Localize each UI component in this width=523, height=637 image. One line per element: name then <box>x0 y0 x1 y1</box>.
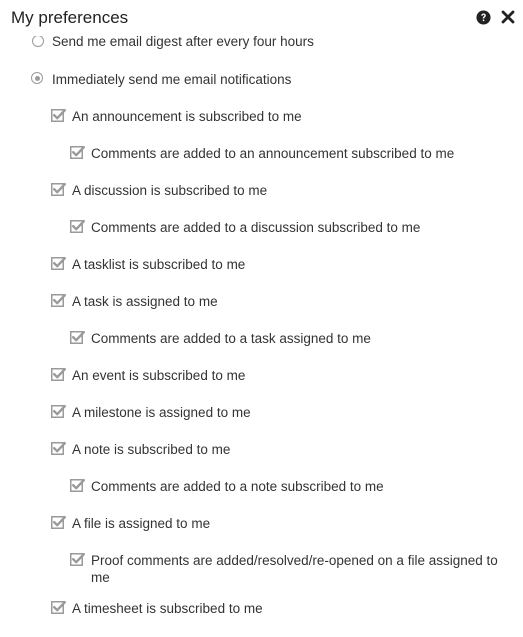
notification-label: Comments are added to an announcement su… <box>91 146 455 161</box>
notification-label: A milestone is assigned to me <box>72 405 251 420</box>
digest-radio[interactable] <box>32 36 44 47</box>
notification-label: A tasklist is subscribed to me <box>72 257 246 272</box>
checkbox-icon[interactable] <box>51 404 66 419</box>
notification-label: A task is assigned to me <box>72 294 218 309</box>
notification-label: Comments are added to a note subscribed … <box>91 479 384 494</box>
checkbox-icon[interactable] <box>70 552 85 567</box>
immediate-radio[interactable] <box>31 72 43 84</box>
notification-label: A file is assigned to me <box>72 516 211 531</box>
notification-label: Proof comments are added/resolved/re-ope… <box>91 553 498 585</box>
preferences-content: Send me email digest after every four ho… <box>0 36 523 637</box>
checkbox-icon[interactable] <box>51 367 66 382</box>
checkbox-icon[interactable] <box>51 108 66 123</box>
digest-label: Send me email digest after every four ho… <box>52 36 314 49</box>
notification-label: A discussion is subscribed to me <box>72 183 268 198</box>
notification-label: Comments are added to a task assigned to… <box>91 331 371 346</box>
dialog-header: My preferences <box>0 0 523 36</box>
notification-label: A timesheet is subscribed to me <box>72 601 263 616</box>
checkbox-icon[interactable] <box>70 330 85 345</box>
checkbox-icon[interactable] <box>51 182 66 197</box>
notification-label: An event is subscribed to me <box>72 368 246 383</box>
checkbox-icon[interactable] <box>51 441 66 456</box>
dialog-title: My preferences <box>11 8 129 27</box>
checkbox-icon[interactable] <box>70 145 85 160</box>
notification-label: Comments are added to a discussion subsc… <box>91 220 421 235</box>
close-icon[interactable] <box>500 9 516 25</box>
checkbox-icon[interactable] <box>70 219 85 234</box>
notification-label: A note is subscribed to me <box>72 442 231 457</box>
help-icon[interactable] <box>475 9 491 25</box>
immediate-label: Immediately send me email notifications <box>52 72 292 87</box>
checkbox-icon[interactable] <box>51 515 66 530</box>
checkbox-icon[interactable] <box>51 256 66 271</box>
notification-label: An announcement is subscribed to me <box>72 109 302 124</box>
checkbox-icon[interactable] <box>70 478 85 493</box>
checkbox-icon[interactable] <box>51 293 66 308</box>
checkbox-icon[interactable] <box>51 600 66 615</box>
